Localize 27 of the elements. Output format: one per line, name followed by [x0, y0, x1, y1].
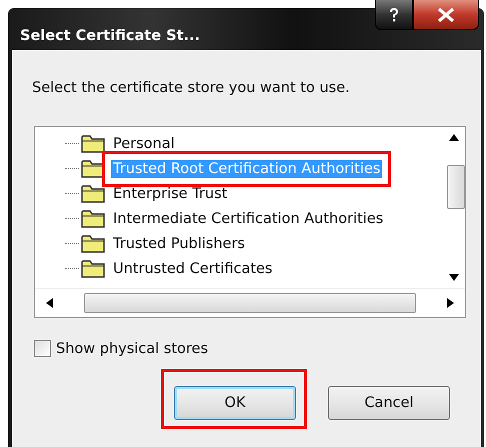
checkbox-label: Show physical stores	[56, 340, 208, 356]
help-button[interactable]	[375, 0, 413, 30]
dialog-button[interactable]: Cancel	[328, 386, 450, 420]
close-button[interactable]	[413, 0, 479, 30]
folder-icon	[81, 159, 105, 178]
scroll-thumb[interactable]	[447, 165, 465, 209]
tree-item[interactable]: Intermediate Certification Authorities	[111, 210, 386, 228]
prompt-text: Select the certificate store you want to use.	[32, 80, 351, 96]
scroll-down-icon[interactable]	[449, 274, 459, 282]
close-icon	[437, 8, 455, 22]
window-title: Select Certificate St...	[20, 28, 200, 44]
scroll-right-icon[interactable]	[447, 298, 455, 308]
folder-icon	[81, 134, 105, 153]
folder-icon	[81, 209, 105, 228]
folder-icon	[81, 234, 105, 253]
tree-item[interactable]: Personal	[111, 134, 177, 152]
checkbox[interactable]	[34, 340, 51, 357]
scroll-up-icon[interactable]	[449, 133, 459, 141]
folder-icon	[81, 259, 105, 278]
scroll-thumb[interactable]	[84, 293, 416, 313]
scroll-left-icon[interactable]	[45, 298, 53, 308]
tree-item[interactable]: Enterprise Trust	[111, 184, 230, 202]
folder-icon	[81, 184, 105, 203]
dialog-button[interactable]: OK	[174, 386, 296, 420]
tree-item[interactable]: Untrusted Certificates	[111, 260, 274, 278]
help-icon	[387, 6, 401, 22]
tree-item[interactable]: Trusted Publishers	[111, 234, 247, 252]
